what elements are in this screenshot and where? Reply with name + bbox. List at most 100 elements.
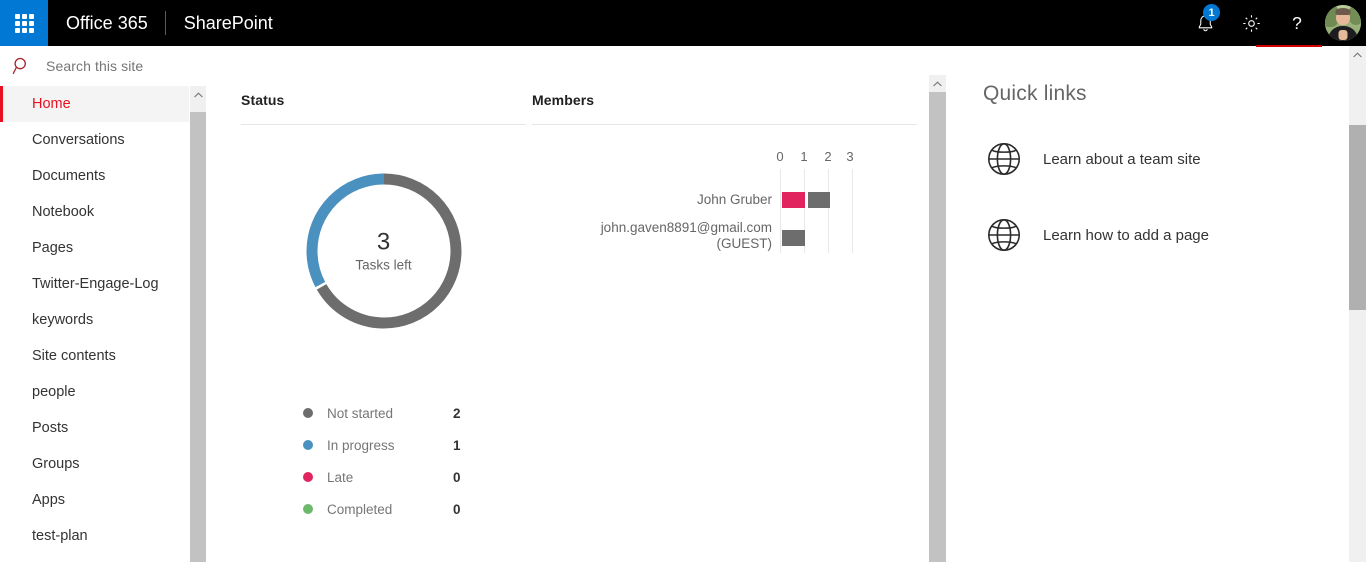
quick-links-title: Quick links xyxy=(983,82,1087,105)
notification-badge: 1 xyxy=(1203,4,1220,21)
page-scroll-thumb[interactable] xyxy=(1349,125,1366,310)
nav-label: Groups xyxy=(32,456,80,472)
search-placeholder: Search this site xyxy=(46,58,144,74)
donut-svg xyxy=(306,173,461,329)
sidebar-item-posts[interactable]: Posts xyxy=(0,410,189,446)
status-webpart: Status 3 Tasks left Not started 2 In pro… xyxy=(241,92,526,525)
nav-label: people xyxy=(32,384,76,400)
avatar xyxy=(1325,5,1361,41)
legend-label: Not started xyxy=(327,405,394,421)
members-webpart-title: Members xyxy=(532,92,595,108)
page-scrollbar[interactable] xyxy=(1349,46,1366,562)
header-red-underline xyxy=(1256,45,1322,47)
members-bar-chart: 0 1 2 3 John Gruber john.gaven8891@gmail… xyxy=(532,131,917,331)
quick-links-webpart: Quick links Learn about a team site Lear… xyxy=(960,46,1366,562)
xtick-3: 3 xyxy=(846,149,854,164)
nav-list: Home Conversations Documents Notebook Pa… xyxy=(0,86,189,554)
nav-label: Home xyxy=(32,96,71,112)
sidebar-item-apps[interactable]: Apps xyxy=(0,482,189,518)
nav-label: test-plan xyxy=(32,528,88,544)
legend-label: In progress xyxy=(327,437,395,453)
webpart-scroll-thumb[interactable] xyxy=(929,92,946,562)
bar-not-started xyxy=(808,192,830,208)
legend-dot-not-started xyxy=(303,408,313,418)
members-bar-row: John Gruber xyxy=(532,191,917,211)
app-launcher-button[interactable] xyxy=(0,0,48,46)
nav-label: Conversations xyxy=(32,132,125,148)
sidebar-item-documents[interactable]: Documents xyxy=(0,158,189,194)
bar-late xyxy=(782,192,805,208)
quick-link-label: Learn how to add a page xyxy=(1043,226,1209,244)
sidebar-item-pages[interactable]: Pages xyxy=(0,230,189,266)
member-name-label: john.gaven8891@gmail.com (GUEST) xyxy=(600,220,772,251)
members-chart-xaxis: 0 1 2 3 xyxy=(532,149,917,165)
help-button[interactable]: ? xyxy=(1274,0,1320,46)
legend-item-late: Late 0 xyxy=(303,461,526,493)
chevron-up-icon xyxy=(1353,51,1362,57)
xtick-2: 2 xyxy=(824,149,832,164)
nav-label: Apps xyxy=(32,492,66,508)
left-navigation: Search this site Home Conversations Docu… xyxy=(0,46,190,562)
help-icon: ? xyxy=(1292,13,1302,33)
legend-dot-completed xyxy=(303,504,313,514)
sidebar-item-conversations[interactable]: Conversations xyxy=(0,122,189,158)
xtick-1: 1 xyxy=(800,149,808,164)
members-bar-row: john.gaven8891@gmail.com (GUEST) xyxy=(532,220,917,251)
globe-icon xyxy=(988,143,1020,175)
sidebar-scrollbar[interactable] xyxy=(190,86,206,562)
quick-link-learn-about-team-site[interactable]: Learn about a team site xyxy=(960,138,1366,180)
legend-item-not-started: Not started 2 xyxy=(303,397,526,429)
search-icon xyxy=(12,57,26,75)
status-webpart-title: Status xyxy=(241,92,285,108)
nav-label: Site contents xyxy=(32,348,116,364)
sidebar-scroll-thumb[interactable] xyxy=(190,112,206,562)
suite-actions: 1 ? xyxy=(1182,0,1366,46)
legend-label: Late xyxy=(327,469,354,485)
bar-not-started xyxy=(782,230,805,246)
search-input[interactable]: Search this site xyxy=(0,46,189,86)
webpart-zone: Status 3 Tasks left Not started 2 In pro… xyxy=(207,46,929,562)
member-name-label: John Gruber xyxy=(696,192,772,207)
globe-icon xyxy=(988,219,1020,251)
nav-label: Documents xyxy=(32,168,106,184)
sidebar-item-home[interactable]: Home xyxy=(0,86,189,122)
sidebar-item-groups[interactable]: Groups xyxy=(0,446,189,482)
sidebar-item-twitter-engage-log[interactable]: Twitter-Engage-Log xyxy=(0,266,189,302)
quick-link-learn-how-to-add-a-page[interactable]: Learn how to add a page xyxy=(960,214,1366,256)
chevron-up-icon xyxy=(193,91,203,97)
sidebar-scroll-up-button[interactable] xyxy=(190,86,206,103)
legend-value: 0 xyxy=(453,469,461,485)
members-webpart-divider xyxy=(532,124,917,125)
page-scroll-up-button[interactable] xyxy=(1349,46,1366,63)
webpart-scroll-up-button[interactable] xyxy=(929,75,946,92)
sharepoint-app-link[interactable]: SharePoint xyxy=(166,0,291,46)
legend-item-completed: Completed 0 xyxy=(303,493,526,525)
legend-dot-late xyxy=(303,472,313,482)
legend-value: 2 xyxy=(453,405,461,421)
legend-value: 0 xyxy=(453,501,461,517)
sidebar-item-notebook[interactable]: Notebook xyxy=(0,194,189,230)
members-webpart: Members 0 1 2 3 John Gruber john.gaven88… xyxy=(532,92,917,331)
nav-label: keywords xyxy=(32,312,94,328)
nav-label: Pages xyxy=(32,240,74,256)
webpart-zone-scrollbar[interactable] xyxy=(929,75,946,562)
waffle-icon xyxy=(14,13,34,33)
main-content: Status 3 Tasks left Not started 2 In pro… xyxy=(207,46,1366,562)
user-avatar-button[interactable] xyxy=(1320,0,1366,46)
sidebar-item-site-contents[interactable]: Site contents xyxy=(0,338,189,374)
quick-link-label: Learn about a team site xyxy=(1043,150,1201,168)
office365-brand-link[interactable]: Office 365 xyxy=(48,0,165,46)
legend-label: Completed xyxy=(327,501,393,517)
sidebar-item-people[interactable]: people xyxy=(0,374,189,410)
status-legend: Not started 2 In progress 1 Late 0 Compl… xyxy=(241,397,526,525)
xtick-0: 0 xyxy=(776,149,784,164)
svg-text:?: ? xyxy=(1292,13,1302,33)
settings-button[interactable] xyxy=(1228,0,1274,46)
sidebar-item-test-plan[interactable]: test-plan xyxy=(0,518,189,554)
legend-dot-in-progress xyxy=(303,440,313,450)
legend-item-in-progress: In progress 1 xyxy=(303,429,526,461)
notifications-button[interactable]: 1 xyxy=(1182,0,1228,46)
sidebar-item-keywords[interactable]: keywords xyxy=(0,302,189,338)
nav-label: Twitter-Engage-Log xyxy=(32,276,159,292)
legend-value: 1 xyxy=(453,437,461,453)
